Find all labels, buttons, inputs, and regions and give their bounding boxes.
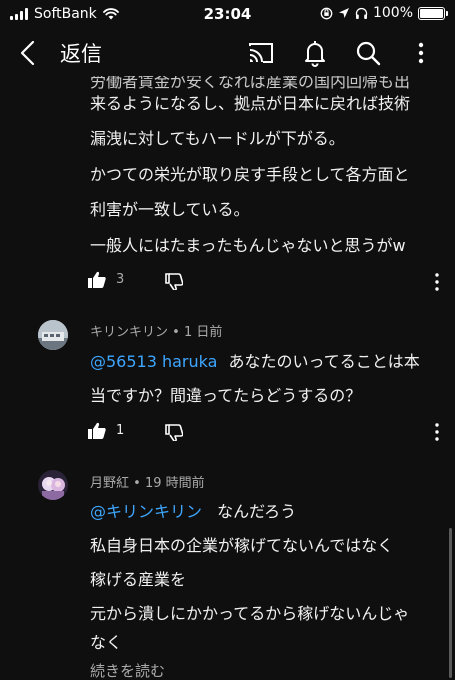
separator: • bbox=[133, 476, 141, 491]
orientation-lock-icon bbox=[320, 7, 333, 19]
avatar[interactable] bbox=[38, 470, 68, 500]
back-icon[interactable] bbox=[14, 38, 44, 68]
status-bar: SoftBank 23:04 100% bbox=[0, 0, 455, 28]
avatar-image bbox=[38, 470, 68, 500]
thumbs-down-icon[interactable] bbox=[165, 273, 183, 290]
comment-text-line: 当ですか？間違ってたらどうするの？ bbox=[90, 386, 362, 405]
comment-text-line: なく bbox=[90, 633, 123, 652]
comment-text-line: かつての栄光が取り戻す手段として各方面と bbox=[90, 165, 410, 184]
battery-icon bbox=[418, 6, 448, 20]
page-title: 返信 bbox=[60, 42, 102, 66]
thumbs-up-icon bbox=[88, 422, 106, 439]
battery-percent: 100% bbox=[372, 5, 413, 21]
comment-text: なんだろう bbox=[217, 502, 297, 521]
comment-text-line: 漏洩に対してもハードルが下がる。 bbox=[90, 129, 345, 148]
thumbs-down-icon[interactable] bbox=[165, 424, 183, 441]
comment-text-line: 元から潰しにかかってるから稼げないんじゃ bbox=[90, 604, 410, 623]
replies-list[interactable]: 労働者賃金が安くなれば産業の国内回帰も出 来るようになるし、拠点が日本に戻れば技… bbox=[0, 76, 455, 680]
avatar-image bbox=[38, 320, 68, 350]
comment-text-line: 私自身日本の企業が稼げてないんではなく bbox=[90, 536, 394, 555]
battery-fill bbox=[420, 8, 443, 18]
headphones-icon bbox=[355, 7, 368, 19]
scrollbar[interactable] bbox=[449, 528, 452, 678]
app-bar: 返信 bbox=[0, 28, 455, 76]
comment-text-line: 一般人にはたまったもんじゃないと思うがw bbox=[90, 236, 406, 255]
comment-text: あなたのいってることは本 bbox=[228, 352, 420, 371]
like-count: 3 bbox=[116, 272, 125, 287]
comment-more-icon[interactable] bbox=[433, 272, 441, 292]
like-button[interactable]: 3 bbox=[88, 271, 124, 288]
comment-time: 1 日前 bbox=[183, 325, 223, 340]
search-icon[interactable] bbox=[353, 38, 383, 68]
comment-author[interactable]: キリンキリン bbox=[90, 325, 168, 340]
location-icon bbox=[338, 8, 349, 18]
comment-text-line: 来るようになるし、拠点が日本に戻れば技術 bbox=[90, 94, 411, 113]
avatar[interactable] bbox=[38, 320, 68, 350]
comment-more-icon[interactable] bbox=[433, 422, 441, 442]
like-button[interactable]: 1 bbox=[88, 422, 124, 439]
like-count: 1 bbox=[116, 423, 125, 438]
read-more-link[interactable]: 続きを読む bbox=[90, 660, 165, 680]
thumbs-up-icon bbox=[88, 271, 106, 288]
comment-meta: キリンキリン • 1 日前 bbox=[90, 321, 222, 340]
bell-icon[interactable] bbox=[300, 38, 330, 68]
comment-text-line: 利害が一致している。 bbox=[90, 200, 250, 219]
cast-icon[interactable] bbox=[246, 38, 276, 68]
comment-time: 19 時間前 bbox=[144, 476, 205, 491]
comment-text-line: @56513 haruka あなたのいってることは本 bbox=[90, 348, 420, 372]
status-right-group: 100% bbox=[320, 5, 448, 21]
comment-text-line: 稼げる産業を bbox=[90, 570, 187, 589]
comment-author[interactable]: 月野紅 bbox=[90, 476, 129, 491]
mention-link[interactable]: @キリンキリン bbox=[90, 502, 202, 521]
mention-link[interactable]: @56513 haruka bbox=[90, 352, 217, 371]
comment-meta: 月野紅 • 19 時間前 bbox=[90, 472, 205, 491]
more-vertical-icon[interactable] bbox=[406, 38, 436, 68]
comment-text-line: @キリンキリン なんだろう bbox=[90, 498, 296, 522]
separator: • bbox=[172, 325, 180, 340]
